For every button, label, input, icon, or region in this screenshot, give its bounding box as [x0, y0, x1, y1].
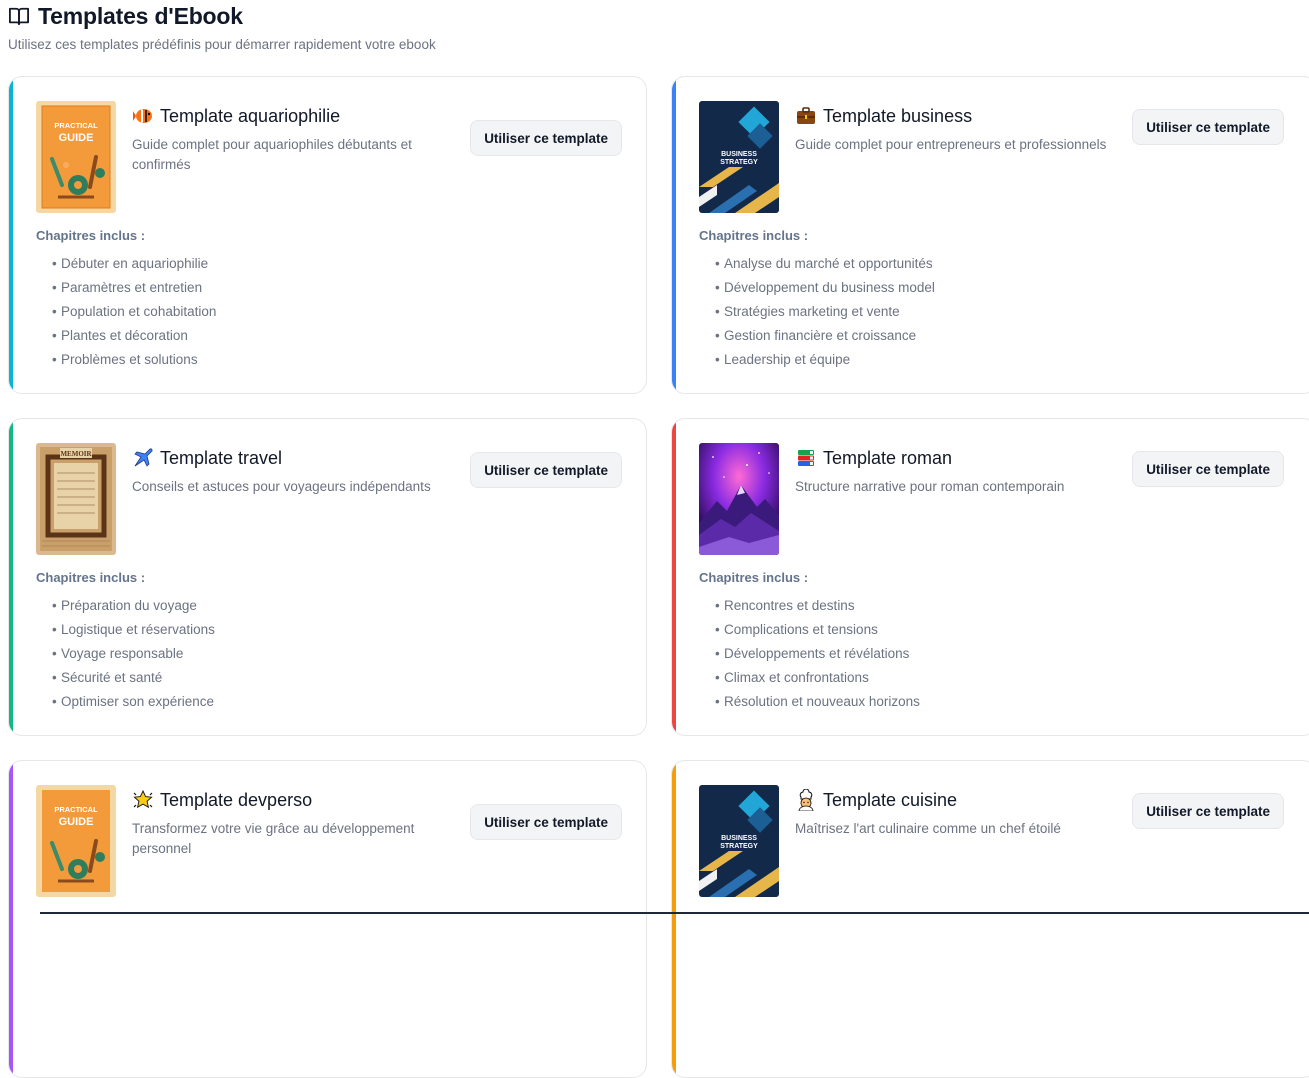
template-card-travel: MEMOIR Template travel Conseils et astuc… — [8, 418, 647, 736]
chapter-item: •Problèmes et solutions — [52, 350, 216, 374]
chapter-item: •Optimiser son expérience — [52, 692, 215, 716]
card-header: Template cuisine Maîtrisez l'art culinai… — [795, 788, 1125, 839]
practical-guide-cover: PRACTICAL GUIDE — [36, 785, 116, 897]
chapter-item: •Rencontres et destins — [715, 596, 920, 620]
chapter-item: •Débuter en aquariophilie — [52, 254, 216, 278]
page-header: Templates d'Ebook Utilisez ces templates… — [8, 4, 436, 52]
card-accent — [9, 77, 13, 393]
card-title: Template aquariophilie — [160, 106, 340, 127]
chapter-item: •Sécurité et santé — [52, 668, 215, 692]
card-accent — [672, 419, 676, 735]
chapter-item: •Plantes et décoration — [52, 326, 216, 350]
card-title: Template business — [823, 106, 972, 127]
chapter-item: •Population et cohabitation — [52, 302, 216, 326]
memoir-cover: MEMOIR — [36, 443, 116, 555]
svg-text:STRATEGY: STRATEGY — [720, 843, 758, 850]
briefcase-icon — [795, 105, 817, 127]
chapters-label: Chapitres inclus : — [699, 228, 808, 243]
chapter-item: •Climax et confrontations — [715, 668, 920, 692]
card-title: Template devperso — [160, 790, 312, 811]
card-header: Template business Guide complet pour ent… — [795, 104, 1125, 155]
airplane-icon — [132, 447, 154, 469]
svg-text:PRACTICAL: PRACTICAL — [54, 121, 98, 130]
chapter-item: •Paramètres et entretien — [52, 278, 216, 302]
chapters-list: •Préparation du voyage •Logistique et ré… — [52, 596, 215, 716]
use-template-button[interactable]: Utiliser ce template — [1132, 109, 1284, 145]
tropical-fish-icon — [132, 105, 154, 127]
template-card-roman: Template roman Structure narrative pour … — [671, 418, 1309, 736]
card-description: Conseils et astuces pour voyageurs indép… — [132, 477, 442, 497]
page-title: Templates d'Ebook — [38, 3, 243, 30]
template-card-cuisine: BUSINESS STRATEGY Template cuisine Maîtr… — [671, 760, 1309, 1078]
card-description: Structure narrative pour roman contempor… — [795, 477, 1125, 497]
use-template-button[interactable]: Utiliser ce template — [470, 804, 622, 840]
chapters-label: Chapitres inclus : — [36, 570, 145, 585]
svg-text:GUIDE: GUIDE — [59, 816, 94, 828]
chapter-item: •Stratégies marketing et vente — [715, 302, 935, 326]
chapter-item: •Complications et tensions — [715, 620, 920, 644]
svg-text:PRACTICAL: PRACTICAL — [54, 805, 98, 814]
svg-text:BUSINESS: BUSINESS — [721, 835, 757, 842]
card-accent — [9, 761, 13, 1077]
card-title: Template cuisine — [823, 790, 957, 811]
card-accent — [672, 77, 676, 393]
chapter-item: •Développements et révélations — [715, 644, 920, 668]
svg-text:MEMOIR: MEMOIR — [60, 450, 92, 458]
business-strategy-cover: BUSINESS STRATEGY — [699, 785, 779, 897]
glowing-star-icon — [132, 789, 154, 811]
card-description: Guide complet pour entrepreneurs et prof… — [795, 135, 1125, 155]
books-icon — [795, 447, 817, 469]
chapter-item: •Développement du business model — [715, 278, 935, 302]
chapter-item: •Résolution et nouveaux horizons — [715, 692, 920, 716]
chapters-label: Chapitres inclus : — [36, 228, 145, 243]
page-title-row: Templates d'Ebook — [8, 4, 436, 28]
card-title: Template roman — [823, 448, 952, 469]
card-accent — [672, 761, 676, 1077]
chef-icon — [795, 789, 817, 811]
card-description: Maîtrisez l'art culinaire comme un chef … — [795, 819, 1125, 839]
chapter-item: •Logistique et réservations — [52, 620, 215, 644]
template-card-business: BUSINESS STRATEGY Template business Guid… — [671, 76, 1309, 394]
card-header: Template roman Structure narrative pour … — [795, 446, 1125, 497]
use-template-button[interactable]: Utiliser ce template — [470, 452, 622, 488]
use-template-button[interactable]: Utiliser ce template — [470, 120, 622, 156]
chapters-label: Chapitres inclus : — [699, 570, 808, 585]
chapter-item: •Gestion financière et croissance — [715, 326, 935, 350]
card-title: Template travel — [160, 448, 282, 469]
template-card-aquariophilie: PRACTICAL GUIDE Template aquariophil — [8, 76, 647, 394]
use-template-button[interactable]: Utiliser ce template — [1132, 793, 1284, 829]
chapter-item: •Voyage responsable — [52, 644, 215, 668]
practical-guide-cover: PRACTICAL GUIDE — [36, 101, 116, 213]
chapter-item: •Analyse du marché et opportunités — [715, 254, 935, 278]
card-accent — [9, 419, 13, 735]
chapter-item: •Préparation du voyage — [52, 596, 215, 620]
page-subtitle: Utilisez ces templates prédéfinis pour d… — [8, 37, 436, 52]
use-template-button[interactable]: Utiliser ce template — [1132, 451, 1284, 487]
svg-text:BUSINESS: BUSINESS — [721, 151, 757, 158]
svg-text:STRATEGY: STRATEGY — [720, 159, 758, 166]
galaxy-mountain-cover — [699, 443, 779, 555]
business-strategy-cover: BUSINESS STRATEGY — [699, 101, 779, 213]
card-header: Template devperso Transformez votre vie … — [132, 788, 442, 859]
chapters-list: •Débuter en aquariophilie •Paramètres et… — [52, 254, 216, 374]
chapters-list: •Analyse du marché et opportunités •Déve… — [715, 254, 935, 374]
card-header: Template travel Conseils et astuces pour… — [132, 446, 442, 497]
card-header: Template aquariophilie Guide complet pou… — [132, 104, 442, 175]
card-description: Transformez votre vie grâce au développe… — [132, 819, 442, 859]
svg-text:GUIDE: GUIDE — [59, 132, 94, 144]
chapters-list: •Rencontres et destins •Complications et… — [715, 596, 920, 716]
chapter-item: •Leadership et équipe — [715, 350, 935, 374]
card-description: Guide complet pour aquariophiles débutan… — [132, 135, 442, 175]
template-card-devperso: PRACTICAL GUIDE Template devperso Transf… — [8, 760, 647, 1078]
open-book-icon — [8, 6, 30, 26]
